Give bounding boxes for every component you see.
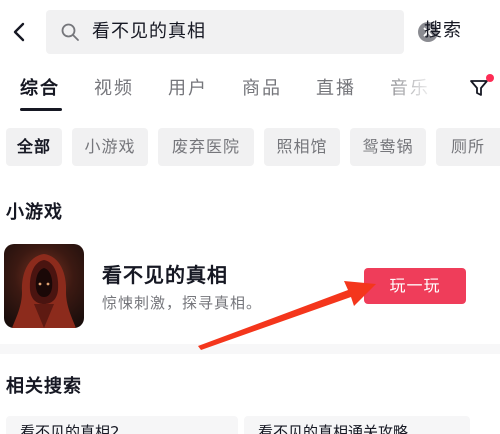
- tabs-fade: [380, 64, 460, 114]
- tab-comprehensive[interactable]: 综合: [20, 76, 60, 102]
- hooded-figure-icon: [12, 254, 76, 328]
- tab-products[interactable]: 商品: [242, 76, 282, 102]
- tab-video[interactable]: 视频: [94, 76, 134, 102]
- active-tab-indicator: [20, 108, 62, 111]
- chip-toilet[interactable]: 厕所: [436, 128, 500, 166]
- search-header: 看不见的真相 搜索: [0, 0, 500, 64]
- tab-live[interactable]: 直播: [316, 76, 356, 102]
- related-search-label: 看不见的真相通关攻略: [258, 423, 409, 434]
- related-search-label: 看不见的真相2: [20, 423, 120, 434]
- game-icon[interactable]: [4, 244, 84, 328]
- mini-games-heading: 小游戏: [6, 202, 63, 223]
- back-button[interactable]: [6, 18, 34, 46]
- game-description: 惊悚刺激，探寻真相。: [102, 294, 263, 312]
- result-tabs: 综合 视频 用户 商品 直播 音乐: [0, 64, 500, 114]
- filter-button[interactable]: [468, 74, 494, 102]
- search-button[interactable]: 搜索: [424, 18, 462, 44]
- notification-dot: [486, 74, 494, 82]
- back-arrow-icon: [13, 22, 25, 42]
- search-input[interactable]: 看不见的真相: [92, 20, 206, 44]
- chip-all[interactable]: 全部: [6, 128, 62, 166]
- search-box[interactable]: 看不见的真相: [46, 10, 438, 54]
- related-search-item[interactable]: 看不见的真相通关攻略: [244, 416, 470, 434]
- play-button[interactable]: 玩一玩: [364, 268, 466, 304]
- chip-abandoned-hospital[interactable]: 废弃医院: [158, 128, 254, 166]
- chip-mini-games[interactable]: 小游戏: [72, 128, 148, 166]
- section-divider: [0, 344, 500, 354]
- filter-chips: 全部 小游戏 废弃医院 照相馆 鸳鸯锅 厕所: [0, 128, 500, 166]
- tab-users[interactable]: 用户: [168, 76, 208, 102]
- related-searches-heading: 相关搜索: [6, 376, 82, 397]
- chip-yuanyang-pot[interactable]: 鸳鸯锅: [350, 128, 426, 166]
- search-icon: [61, 23, 79, 41]
- game-title[interactable]: 看不见的真相: [102, 262, 228, 288]
- chip-photo-studio[interactable]: 照相馆: [264, 128, 340, 166]
- related-search-item[interactable]: 看不见的真相2: [6, 416, 238, 434]
